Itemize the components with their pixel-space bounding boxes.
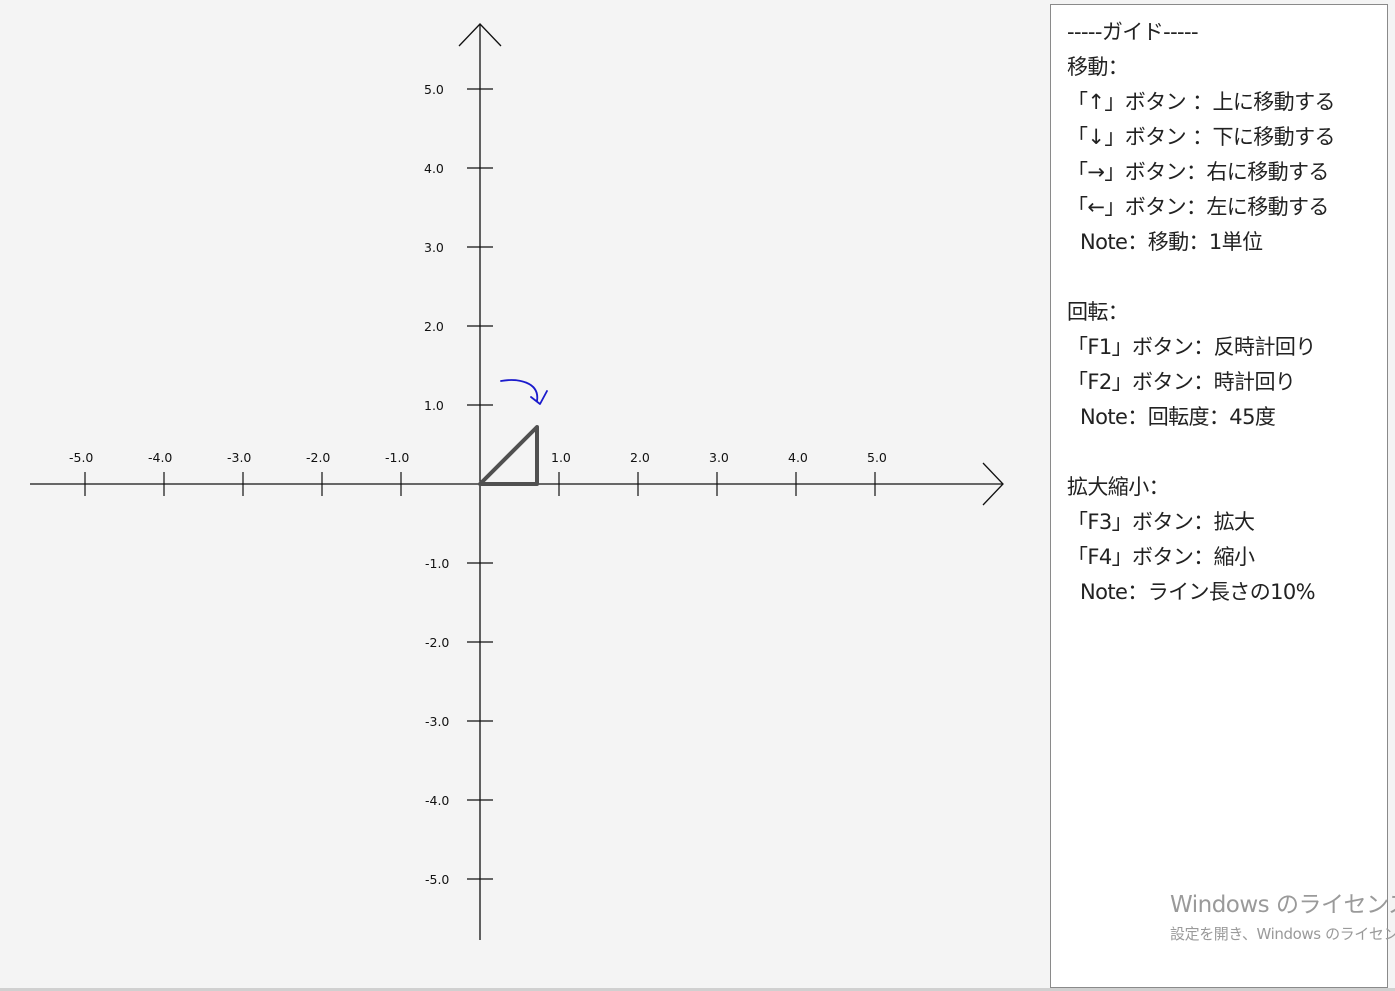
scale-down-instruction: 「F4」ボタン：縮小 — [1067, 545, 1255, 569]
y-tick-label: -4.0 — [425, 793, 449, 808]
guide-panel: -----ガイド----- 移動： 「↑」ボタン ：上に移動する 「↓」ボタン … — [1050, 4, 1388, 988]
rotate-note: Note：回転度：45度 — [1080, 405, 1276, 429]
x-tick-label: 2.0 — [630, 450, 650, 465]
guide-spacer — [1067, 260, 1387, 295]
rotate-section-header: 回転： — [1067, 300, 1129, 324]
x-tick-label: -3.0 — [227, 450, 251, 465]
x-tick-label: -4.0 — [148, 450, 172, 465]
rotate-ccw-instruction: 「F1」ボタン：反時計回り — [1067, 335, 1316, 359]
rotate-cw-instruction: 「F2」ボタン：時計回り — [1067, 370, 1296, 394]
y-tick-label: 2.0 — [424, 319, 444, 334]
move-left-instruction: 「←」ボタン：左に移動する — [1067, 195, 1329, 219]
x-tick-label: 5.0 — [867, 450, 887, 465]
x-tick-label: 3.0 — [709, 450, 729, 465]
watermark-title: Windows のライセンス — [1170, 892, 1395, 918]
y-tick-label: 1.0 — [424, 398, 444, 413]
move-down-instruction: 「↓」ボタン ：下に移動する — [1067, 125, 1335, 149]
scale-up-instruction: 「F3」ボタン：拡大 — [1067, 510, 1255, 534]
move-up-instruction: 「↑」ボタン ：上に移動する — [1067, 90, 1335, 114]
scale-section-header: 拡大縮小： — [1067, 475, 1170, 499]
move-note: Note：移動：1単位 — [1080, 230, 1263, 254]
scale-note: Note：ライン長さの10% — [1080, 580, 1316, 604]
y-tick-label: 5.0 — [424, 82, 444, 97]
move-right-instruction: 「→」ボタン：右に移動する — [1067, 160, 1329, 184]
guide-title: -----ガイド----- — [1067, 20, 1199, 44]
move-section-header: 移動： — [1067, 55, 1129, 79]
y-tick-label: -2.0 — [425, 635, 449, 650]
app-window: -5.0 -4.0 -3.0 -2.0 -1.0 1.0 2.0 3.0 4.0 5.0 5.0 4.… — [0, 0, 1395, 991]
x-tick-label: -5.0 — [69, 450, 93, 465]
watermark-subtitle: 設定を開き、Windows のライセンス認証を行ってください。 — [1170, 925, 1395, 943]
y-tick-label: -5.0 — [425, 872, 449, 887]
y-tick-label: 4.0 — [424, 161, 444, 176]
x-tick-label: 1.0 — [551, 450, 571, 465]
y-tick-label: -3.0 — [425, 714, 449, 729]
windows-activation-watermark: Windows のライセンス 設定を開き、Windows のライセンス認証を行っ… — [1170, 888, 1395, 946]
coordinate-plane: -5.0 -4.0 -3.0 -2.0 -1.0 1.0 2.0 3.0 4.0 5.0 5.0 4.… — [30, 23, 1004, 940]
coordinate-canvas[interactable]: -5.0 -4.0 -3.0 -2.0 -1.0 1.0 2.0 3.0 4.0 5.0 5.0 4.… — [0, 0, 1048, 991]
y-tick-label: -1.0 — [425, 556, 449, 571]
x-tick-label: -2.0 — [306, 450, 330, 465]
y-tick-label: 3.0 — [424, 240, 444, 255]
x-tick-label: -1.0 — [385, 450, 409, 465]
triangle-shape — [478, 425, 539, 486]
rotation-arrow-icon — [500, 379, 548, 405]
x-tick-label: 4.0 — [788, 450, 808, 465]
guide-spacer — [1067, 435, 1387, 470]
